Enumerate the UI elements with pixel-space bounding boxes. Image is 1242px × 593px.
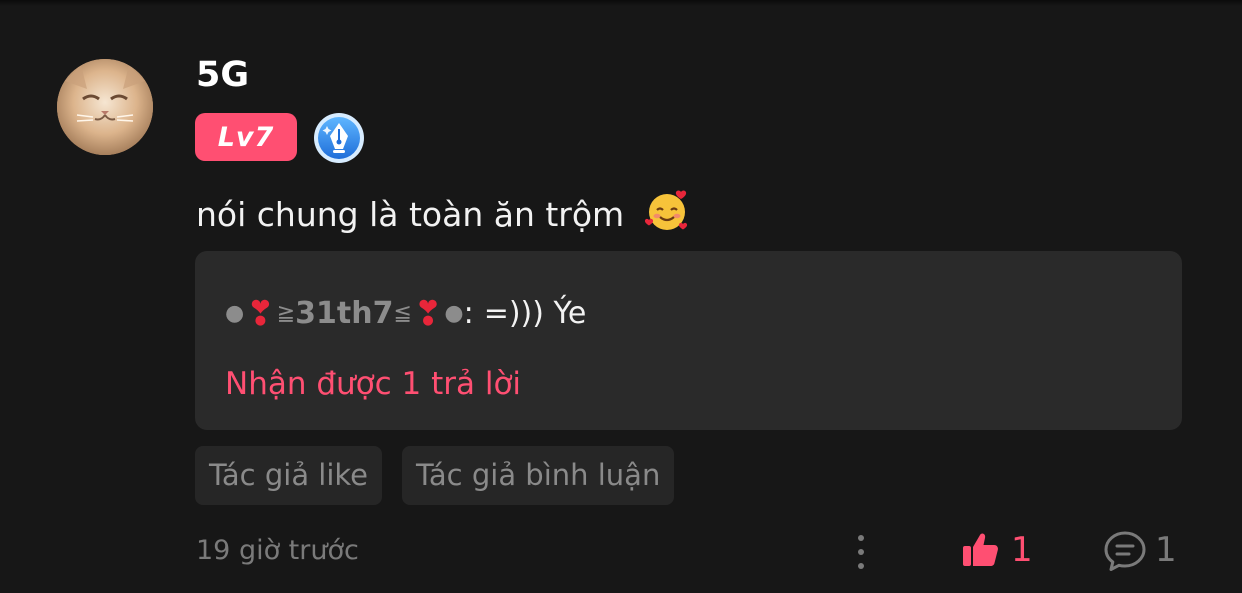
username[interactable]: 5G (196, 52, 249, 98)
timestamp: 19 giờ trước (196, 535, 359, 566)
like-count: 1 (1011, 530, 1033, 570)
reply-bullet: ● (225, 301, 245, 326)
author-replied-tag: Tác giả bình luận (402, 446, 675, 505)
author-liked-tag: Tác giả like (195, 446, 383, 505)
comment-bubble-icon[interactable] (1103, 529, 1147, 573)
comment-text: nói chung là toàn ăn trộm (196, 186, 691, 238)
level-badge: Lv7 (195, 113, 297, 161)
reply-deco-left: ≧ (276, 301, 296, 326)
reply-count-link[interactable]: Nhận được 1 trả lời (225, 361, 521, 407)
cat-avatar-image (57, 59, 153, 155)
more-vertical-icon[interactable] (850, 531, 872, 573)
avatar[interactable] (57, 59, 153, 155)
reply-preview-line: ● ❣ ≧ 31th7 ≦ ❣ ● : =))) Ýe (225, 291, 586, 337)
level-badge-label: Lv7 (217, 121, 275, 153)
smiling-face-with-hearts-icon (644, 190, 687, 230)
comment-body: nói chung là toàn ăn trộm (196, 195, 625, 234)
reply-preview-card[interactable]: ● ❣ ≧ 31th7 ≦ ❣ ● : =))) Ýe Nhận được 1 … (195, 251, 1182, 430)
reply-separator: : (463, 296, 474, 331)
pen-nib-badge-icon[interactable] (313, 112, 365, 164)
heart-exclamation-icon: ❣ (413, 294, 443, 334)
reply-bullet-end: ● (444, 301, 464, 326)
reply-deco-right: ≦ (393, 301, 412, 326)
heart-exclamation-icon: ❣ (246, 294, 275, 334)
comment-count: 1 (1155, 530, 1177, 570)
thumbs-up-icon[interactable] (961, 531, 999, 569)
reply-author[interactable]: 31th7 (295, 291, 393, 337)
top-divider (0, 0, 1242, 6)
comment-screen: 5G Lv7 nói chung là toàn ăn trộm ● ❣ ≧ 3… (0, 0, 1242, 593)
reply-text: =))) Ýe (483, 296, 587, 331)
